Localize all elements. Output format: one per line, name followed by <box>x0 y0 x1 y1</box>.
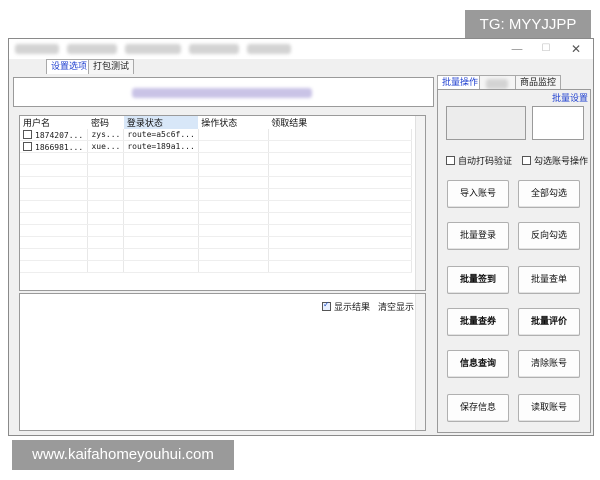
auto-captcha-label: 自动打码验证 <box>458 157 513 167</box>
clear-accounts-button[interactable]: 清除账号 <box>518 350 580 378</box>
column-header-login-status[interactable]: 登录状态 <box>123 116 199 129</box>
table-row <box>20 236 413 249</box>
minimize-icon[interactable]: — <box>503 39 531 59</box>
table-row <box>20 164 413 177</box>
log-scrollbar[interactable] <box>415 294 425 430</box>
invert-selection-button[interactable]: 反向勾选 <box>518 222 580 250</box>
tab-product-monitor[interactable]: 商品监控 <box>515 75 562 90</box>
column-header-username[interactable]: 用户名 <box>20 116 88 129</box>
table-row[interactable]: 1866981... xue... route=189a1... <box>20 140 413 153</box>
captcha-image-box <box>446 106 526 140</box>
cell-password: zys... <box>87 129 125 141</box>
check-ops-checkbox[interactable] <box>522 156 531 165</box>
maximize-icon[interactable]: ☐ <box>532 39 560 59</box>
captcha-input[interactable] <box>532 106 584 140</box>
account-grid: 用户名 密码 登录状态 操作状态 领取结果 1874207... zys... … <box>20 116 413 273</box>
table-header-row: 用户名 密码 登录状态 操作状态 领取结果 <box>20 116 412 129</box>
table-row <box>20 212 413 225</box>
column-header-op-status[interactable]: 操作状态 <box>198 116 268 129</box>
auto-captcha-option[interactable]: 自动打码验证 <box>446 154 512 167</box>
app-window: — ☐ ✕ 设置选项 打包测试 用户名 密码 登录状态 操作状态 领取结果 18… <box>8 38 594 436</box>
show-result-label: 显示结果 <box>334 303 371 313</box>
cell-op-status <box>198 129 269 141</box>
table-row[interactable]: 1874207... zys... route=a5c6f... <box>20 129 413 141</box>
batch-login-button[interactable]: 批量登录 <box>447 222 509 250</box>
check-ops-label: 勾选账号操作 <box>534 157 589 167</box>
table-scrollbar[interactable] <box>415 116 425 290</box>
url-box <box>13 77 434 107</box>
column-header-result[interactable]: 领取结果 <box>268 116 411 129</box>
cell-password: xue... <box>87 140 125 153</box>
cell-result <box>268 129 413 141</box>
close-icon[interactable]: ✕ <box>562 39 590 59</box>
title-blur <box>247 44 291 54</box>
batch-checkin-button[interactable]: 批量签到 <box>447 266 509 294</box>
table-row <box>20 188 413 201</box>
column-header-password[interactable]: 密码 <box>88 116 124 129</box>
batch-ops-panel: 批量设置 自动打码验证 勾选账号操作 导入账号 全部勾选 批量登录 反向勾选 批… <box>437 89 591 433</box>
table-row <box>20 152 413 165</box>
watermark-url: www.kaifahomeyouhui.com <box>12 440 234 470</box>
cell-username: 1874207... <box>35 130 84 140</box>
info-query-button[interactable]: 信息查询 <box>447 350 509 378</box>
clear-display-button[interactable]: 清空显示 <box>378 300 414 313</box>
batch-query-coupons-button[interactable]: 批量查券 <box>447 308 509 336</box>
cell-login-status: route=189a1... <box>123 140 199 153</box>
url-blur <box>132 88 312 98</box>
batch-query-orders-button[interactable]: 批量查单 <box>518 266 580 294</box>
table-row <box>20 200 413 213</box>
table-row <box>20 176 413 189</box>
batch-settings-link[interactable]: 批量设置 <box>552 91 588 104</box>
row-checkbox[interactable] <box>23 141 32 151</box>
table-row <box>20 224 413 237</box>
title-blur <box>67 44 117 54</box>
watermark-tg: TG: MYYJJPP <box>465 10 591 40</box>
title-blur <box>125 44 181 54</box>
cell-op-status <box>198 140 269 153</box>
tab-blur <box>486 79 508 89</box>
auto-captcha-checkbox[interactable] <box>446 156 455 165</box>
tab-blurred[interactable] <box>479 75 517 90</box>
row-checkbox[interactable] <box>23 129 32 139</box>
table-row <box>20 260 413 273</box>
title-blur <box>189 44 239 54</box>
cell-login-status: route=a5c6f... <box>123 129 199 141</box>
load-accounts-button[interactable]: 读取账号 <box>518 394 580 422</box>
tab-batch-ops[interactable]: 批量操作 <box>437 75 484 90</box>
log-panel: 显示结果 清空显示 <box>19 293 426 431</box>
import-accounts-button[interactable]: 导入账号 <box>447 180 509 208</box>
show-result-checkbox[interactable] <box>322 300 331 311</box>
tab-settings[interactable]: 设置选项 <box>46 59 93 74</box>
check-ops-option[interactable]: 勾选账号操作 <box>522 154 588 167</box>
title-bar: — ☐ ✕ <box>9 39 593 59</box>
save-info-button[interactable]: 保存信息 <box>447 394 509 422</box>
show-result-option[interactable]: 显示结果 <box>322 300 370 313</box>
batch-review-button[interactable]: 批量评价 <box>518 308 580 336</box>
cell-username: 1866981... <box>35 142 84 152</box>
cell-result <box>268 140 413 153</box>
table-row <box>20 248 413 261</box>
select-all-button[interactable]: 全部勾选 <box>518 180 580 208</box>
title-blur <box>15 44 59 54</box>
tab-pack-test[interactable]: 打包测试 <box>88 59 135 74</box>
account-table: 用户名 密码 登录状态 操作状态 领取结果 1874207... zys... … <box>19 115 426 291</box>
